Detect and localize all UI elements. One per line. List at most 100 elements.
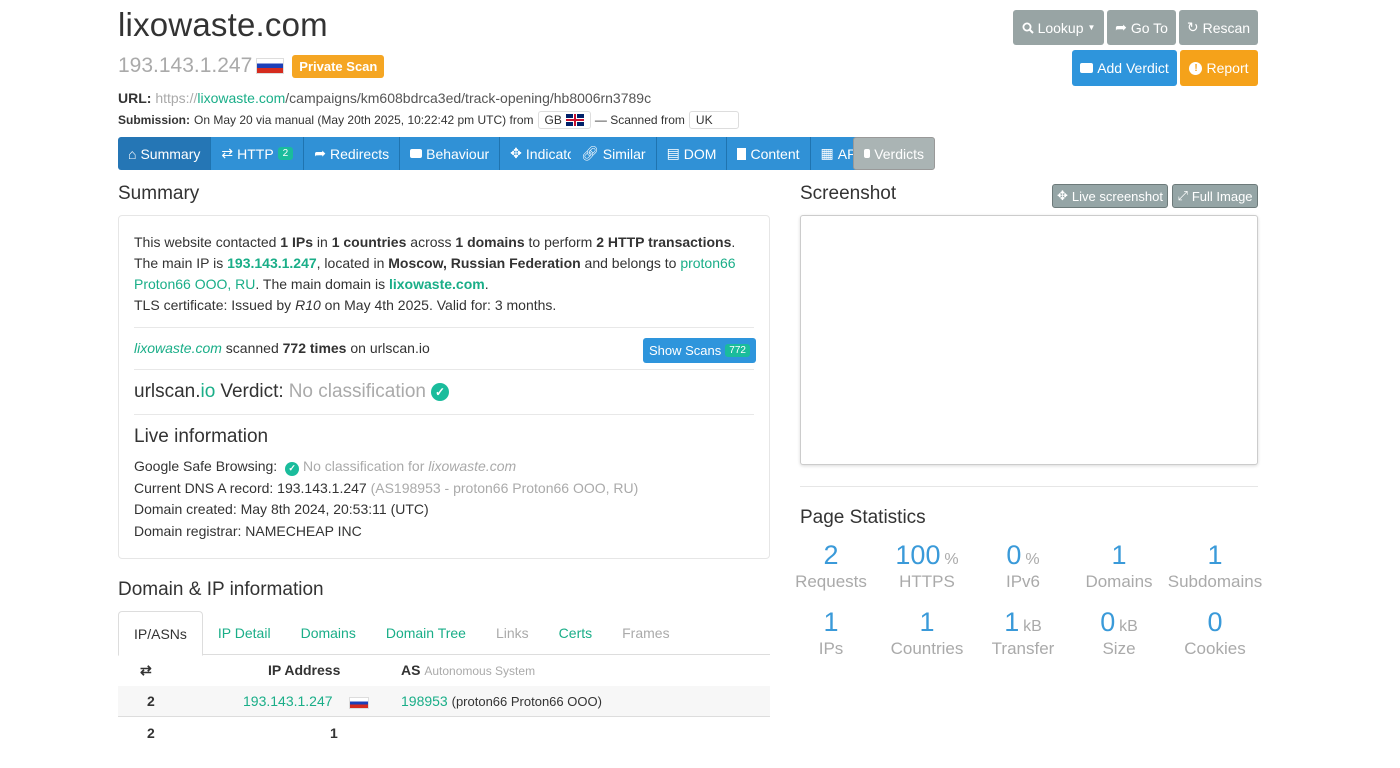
tab-behaviour[interactable]: Behaviour [400,137,501,170]
tab-similar[interactable]: 🔗︎ Similar [571,137,657,170]
scanned-text: scanned [221,340,283,356]
caret-down-icon: ▼ [1087,23,1096,32]
domain-ip-tabs: IP/ASNs IP Detail Domains Domain Tree Li… [118,611,770,656]
stat-cookies: 0 Cookies [1167,607,1263,659]
summary-text-part: . The main domain is [255,276,389,292]
col-header-as-sub: Autonomous System [424,664,536,678]
tab-certs[interactable]: Certs [544,611,607,655]
stat-value: 1 [1207,540,1223,570]
full-image-button[interactable]: ⤢ Full Image [1172,184,1258,208]
stat-domains: 1 Domains [1071,540,1167,592]
private-scan-badge: Private Scan [292,54,385,78]
tab-verdicts-label: Verdicts [874,145,924,162]
divider [800,486,1258,487]
tab-content[interactable]: Content [727,137,811,170]
stat-label: Transfer [991,639,1055,658]
tab-domain-tree[interactable]: Domain Tree [371,611,481,655]
tab-domains[interactable]: Domains [286,611,371,655]
tab-summary-label: Summary [140,145,201,162]
brand-part: urlscan. [134,381,201,402]
ip-line: 193.143.1.247 Private Scan [118,53,385,79]
http-count-badge: 2 [277,147,294,160]
full-image-label: Full Image [1191,188,1253,204]
col-header-as: AS Autonomous System [401,662,535,678]
scanned-from-text: — Scanned from [594,113,685,127]
row-as: 198953 (proton66 Proton66 OOO) [401,693,602,709]
summary-text-part: to perform [524,234,597,250]
link-icon: 🔗︎ [581,145,599,161]
stat-value: 1 [823,607,839,637]
summary-heading: Summary [118,183,200,204]
tab-redirects[interactable]: ➦ Redirects [304,137,401,170]
goto-button[interactable]: ➦ Go To [1107,10,1176,45]
live-screenshot-button[interactable]: ✥ Live screenshot [1052,184,1168,208]
table-row: 2 1 [118,718,770,749]
url-host-link[interactable]: lixowaste.com [197,90,285,106]
file-icon [737,147,747,160]
tab-frames[interactable]: Frames [607,611,684,655]
verdicts-nav-group: Verdicts [853,137,935,170]
main-domain-link[interactable]: lixowaste.com [389,276,485,292]
gsb-domain: lixowaste.com [428,458,517,474]
tab-redirects-label: Redirects [329,145,390,162]
comment-icon [864,149,871,158]
report-button[interactable]: ! Report [1180,50,1258,86]
url-scheme: https:// [155,90,198,106]
show-scans-button[interactable]: Show Scans 772 [643,338,756,363]
rescan-button[interactable]: ↻ Rescan [1179,10,1258,45]
domain-created-row: Domain created: May 8th 2024, 20:53:11 (… [134,501,429,517]
refresh-icon: ↻ [1186,19,1199,35]
live-screenshot-label: Live screenshot [1071,188,1163,204]
tab-ip-detail[interactable]: IP Detail [203,611,286,655]
dns-label: Current DNS A record: 193.143.1.247 [134,480,367,496]
gsb-label: Google Safe Browsing: [134,458,278,474]
row-count: 2 [147,725,155,741]
url-label: URL: [118,90,152,106]
divider [134,369,754,370]
scanned-domain-link[interactable]: lixowaste.com [134,340,222,356]
stat-value: 1 [919,607,935,637]
main-ip: 193.143.1.247 [118,54,253,77]
screenshot-image[interactable] [800,215,1258,465]
tab-verdicts[interactable]: Verdicts [853,137,935,170]
stat-unit: % [1025,551,1040,568]
row-as-link[interactable]: 198953 [401,693,448,709]
live-info-heading: Live information [134,426,269,447]
stat-value: 1 [1004,607,1020,637]
scanned-times: 772 times [282,340,347,356]
tab-links[interactable]: Links [481,611,544,655]
tab-content-label: Content [750,145,800,162]
tab-summary[interactable]: ⌂ Summary [118,137,212,170]
stat-value: 0 [1207,607,1223,637]
stat-unit: % [944,551,959,568]
tab-http[interactable]: ⇄ HTTP 2 [211,137,305,170]
lookup-button[interactable]: Lookup ▼ [1013,10,1104,45]
main-ip-link[interactable]: 193.143.1.247 [227,255,317,271]
stat-unit: kB [1119,618,1138,635]
row-ip-link[interactable]: 193.143.1.247 [243,693,333,709]
url-line: URL: https://lixowaste.com/campaigns/km6… [118,90,651,106]
submission-text: On May 20 via manual (May 20th 2025, 10:… [194,113,534,127]
stat-label: Cookies [1184,639,1246,658]
row-as-name: (proton66 Proton66 OOO) [451,694,602,709]
col-header-as-label: AS [401,662,421,678]
stat-label: IPv6 [1005,572,1041,591]
summary-panel: This website contacted 1 IPs in 1 countr… [118,215,770,559]
add-verdict-button[interactable]: Add Verdict [1072,50,1177,86]
divider [134,327,754,328]
exchange-icon[interactable]: ⇄ [140,662,152,679]
registrar-row: Domain registrar: NAMECHEAP INC [134,523,362,539]
stat-https: 100 % HTTPS [879,540,975,592]
tab-ip-asns[interactable]: IP/ASNs [118,611,203,656]
stat-label: Requests [795,572,867,591]
tab-dom[interactable]: ▤ DOM [656,137,728,170]
comment-icon [1080,63,1094,73]
submission-line: Submission: On May 20 via manual (May 20… [118,111,739,129]
russia-flag-icon [349,697,369,709]
summary-text-part: The main IP is [134,255,228,271]
url-path: /campaigns/km608bdrca3ed/track-opening/h… [285,90,652,106]
main-nav-group: ⌂ Summary ⇄ HTTP 2 ➦ Redirects Behaviour… [118,137,597,170]
stat-label: IPs [818,639,844,658]
summary-text-part: in [313,234,332,250]
stat-label: HTTPS [899,572,955,591]
